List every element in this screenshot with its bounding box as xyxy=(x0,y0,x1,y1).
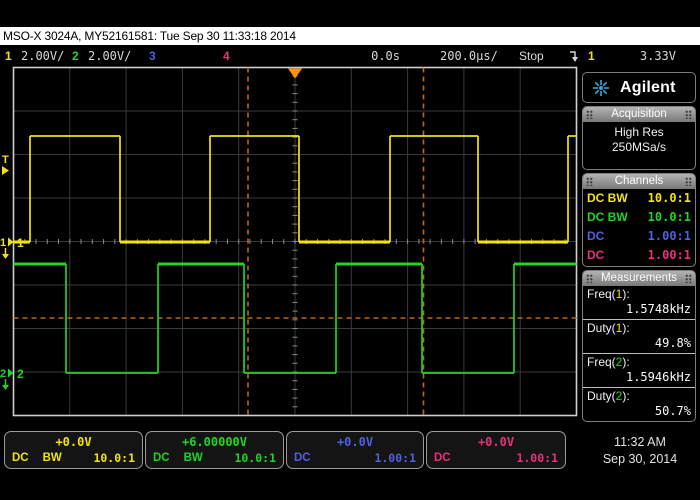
bandwidth-label: BW xyxy=(184,450,203,466)
coupling-label: DC xyxy=(12,450,29,466)
measurement-value: 1.5748kHz xyxy=(587,302,691,317)
grip-icon xyxy=(586,110,593,119)
channel-row-ch1[interactable]: DC BW 10.0:1 xyxy=(583,189,695,208)
measurement-label: Freq(2): xyxy=(587,355,691,370)
ch2-ground-marker xyxy=(8,369,14,378)
channel-offset: +0.0V xyxy=(294,434,416,450)
channel-probe-ratio: 1.00:1 xyxy=(648,227,691,246)
channels-panel-header[interactable]: Channels xyxy=(583,174,695,189)
measurements-title: Measurements xyxy=(601,272,677,284)
measurements-panel: Measurements Freq(1):1.5748kHzDuty(1):49… xyxy=(582,270,696,422)
coupling-label: DC xyxy=(153,450,170,466)
channel-settings: DC BW 10.0:1 xyxy=(12,450,135,466)
bottom-box-ch4[interactable]: +0.0VDC 1.00:1 xyxy=(426,431,566,469)
ch1-ground-label: 1 xyxy=(0,237,6,249)
trigger-level-marker xyxy=(2,166,9,175)
channel-probe-ratio: 10.0:1 xyxy=(648,208,691,227)
agilent-starburst-icon xyxy=(589,76,613,100)
coupling-label: DC xyxy=(294,450,311,466)
channels-panel: Channels DC BW10.0:1DC BW10.0:1DC1.00:1D… xyxy=(582,173,696,267)
channel-offset: +6.00000V xyxy=(153,434,276,450)
channel-settings: DC 1.00:1 xyxy=(434,450,558,466)
probe-ratio: 10.0:1 xyxy=(234,450,276,466)
ch1-ground-pin-arrow xyxy=(2,254,9,259)
ch2-trace-label: 2 xyxy=(17,367,24,381)
ch2-ground-pin-arrow xyxy=(2,385,9,390)
acquisition-sample-rate: 250MSa/s xyxy=(583,140,695,155)
channel-probe-ratio: 1.00:1 xyxy=(648,246,691,265)
probe-ratio: 1.00:1 xyxy=(516,450,558,466)
bottom-box-ch2[interactable]: +6.00000VDC BW 10.0:1 xyxy=(145,431,284,469)
channel-offset: +0.0V xyxy=(12,434,135,450)
grip-icon xyxy=(685,110,692,119)
trigger-position-marker xyxy=(288,69,302,79)
oscilloscope-screen: MSO-X 3024A, MY52161581: Tue Sep 30 11:3… xyxy=(0,0,700,500)
brand-name: Agilent xyxy=(620,79,676,97)
measurement-row: Duty(2):50.7% xyxy=(583,387,695,421)
grip-icon xyxy=(685,274,692,283)
ch1-trace-label: 1 xyxy=(17,236,24,250)
probe-ratio: 10.0:1 xyxy=(93,450,135,466)
channel-settings: DC 1.00:1 xyxy=(294,450,416,466)
acquisition-panel: Acquisition High Res 250MSa/s xyxy=(582,106,696,170)
channel-row-ch2[interactable]: DC BW 10.0:1 xyxy=(583,208,695,227)
channel-row-ch3[interactable]: DC 1.00:1 xyxy=(583,227,695,246)
measurement-value: 50.7% xyxy=(587,404,691,419)
coupling-label: DC xyxy=(434,450,451,466)
channel-probe-ratio: 10.0:1 xyxy=(648,189,691,208)
measurement-label: Freq(1): xyxy=(587,287,691,302)
acquisition-mode: High Res xyxy=(583,125,695,140)
channel-row-ch4[interactable]: DC 1.00:1 xyxy=(583,246,695,265)
measurement-label: Duty(1): xyxy=(587,321,691,336)
bottom-box-ch1[interactable]: +0.0VDC BW 10.0:1 xyxy=(4,431,143,469)
grip-icon xyxy=(685,177,692,186)
ch2-ground-label: 2 xyxy=(0,368,6,380)
brand-logo: Agilent xyxy=(582,72,696,103)
measurement-row: Freq(2):1.5946kHz xyxy=(583,353,695,387)
channels-title: Channels xyxy=(615,175,664,187)
measurement-row: Freq(1):1.5748kHz xyxy=(583,286,695,319)
bottom-box-ch3[interactable]: +0.0VDC 1.00:1 xyxy=(286,431,424,469)
clock-time: 11:32 AM xyxy=(586,434,694,451)
measurements-panel-header[interactable]: Measurements xyxy=(583,271,695,286)
channel-coupling: DC BW xyxy=(587,208,628,227)
bandwidth-label: BW xyxy=(43,450,62,466)
measurement-value: 49.8% xyxy=(587,336,691,351)
clock-date: Sep 30, 2014 xyxy=(586,451,694,468)
channel-coupling: DC BW xyxy=(587,189,628,208)
measurement-row: Duty(1):49.8% xyxy=(583,319,695,353)
trigger-level-label: T xyxy=(2,154,9,166)
probe-ratio: 1.00:1 xyxy=(374,450,416,466)
channel-coupling: DC xyxy=(587,246,604,265)
channel-settings: DC BW 10.0:1 xyxy=(153,450,276,466)
grip-icon xyxy=(586,177,593,186)
ch1-ground-marker xyxy=(8,238,14,247)
clock: 11:32 AM Sep 30, 2014 xyxy=(586,434,694,468)
measurement-label: Duty(2): xyxy=(587,389,691,404)
acquisition-panel-header[interactable]: Acquisition xyxy=(583,107,695,122)
measurement-value: 1.5946kHz xyxy=(587,370,691,385)
acquisition-title: Acquisition xyxy=(611,108,667,120)
channel-offset: +0.0V xyxy=(434,434,558,450)
channel-coupling: DC xyxy=(587,227,604,246)
grip-icon xyxy=(586,274,593,283)
